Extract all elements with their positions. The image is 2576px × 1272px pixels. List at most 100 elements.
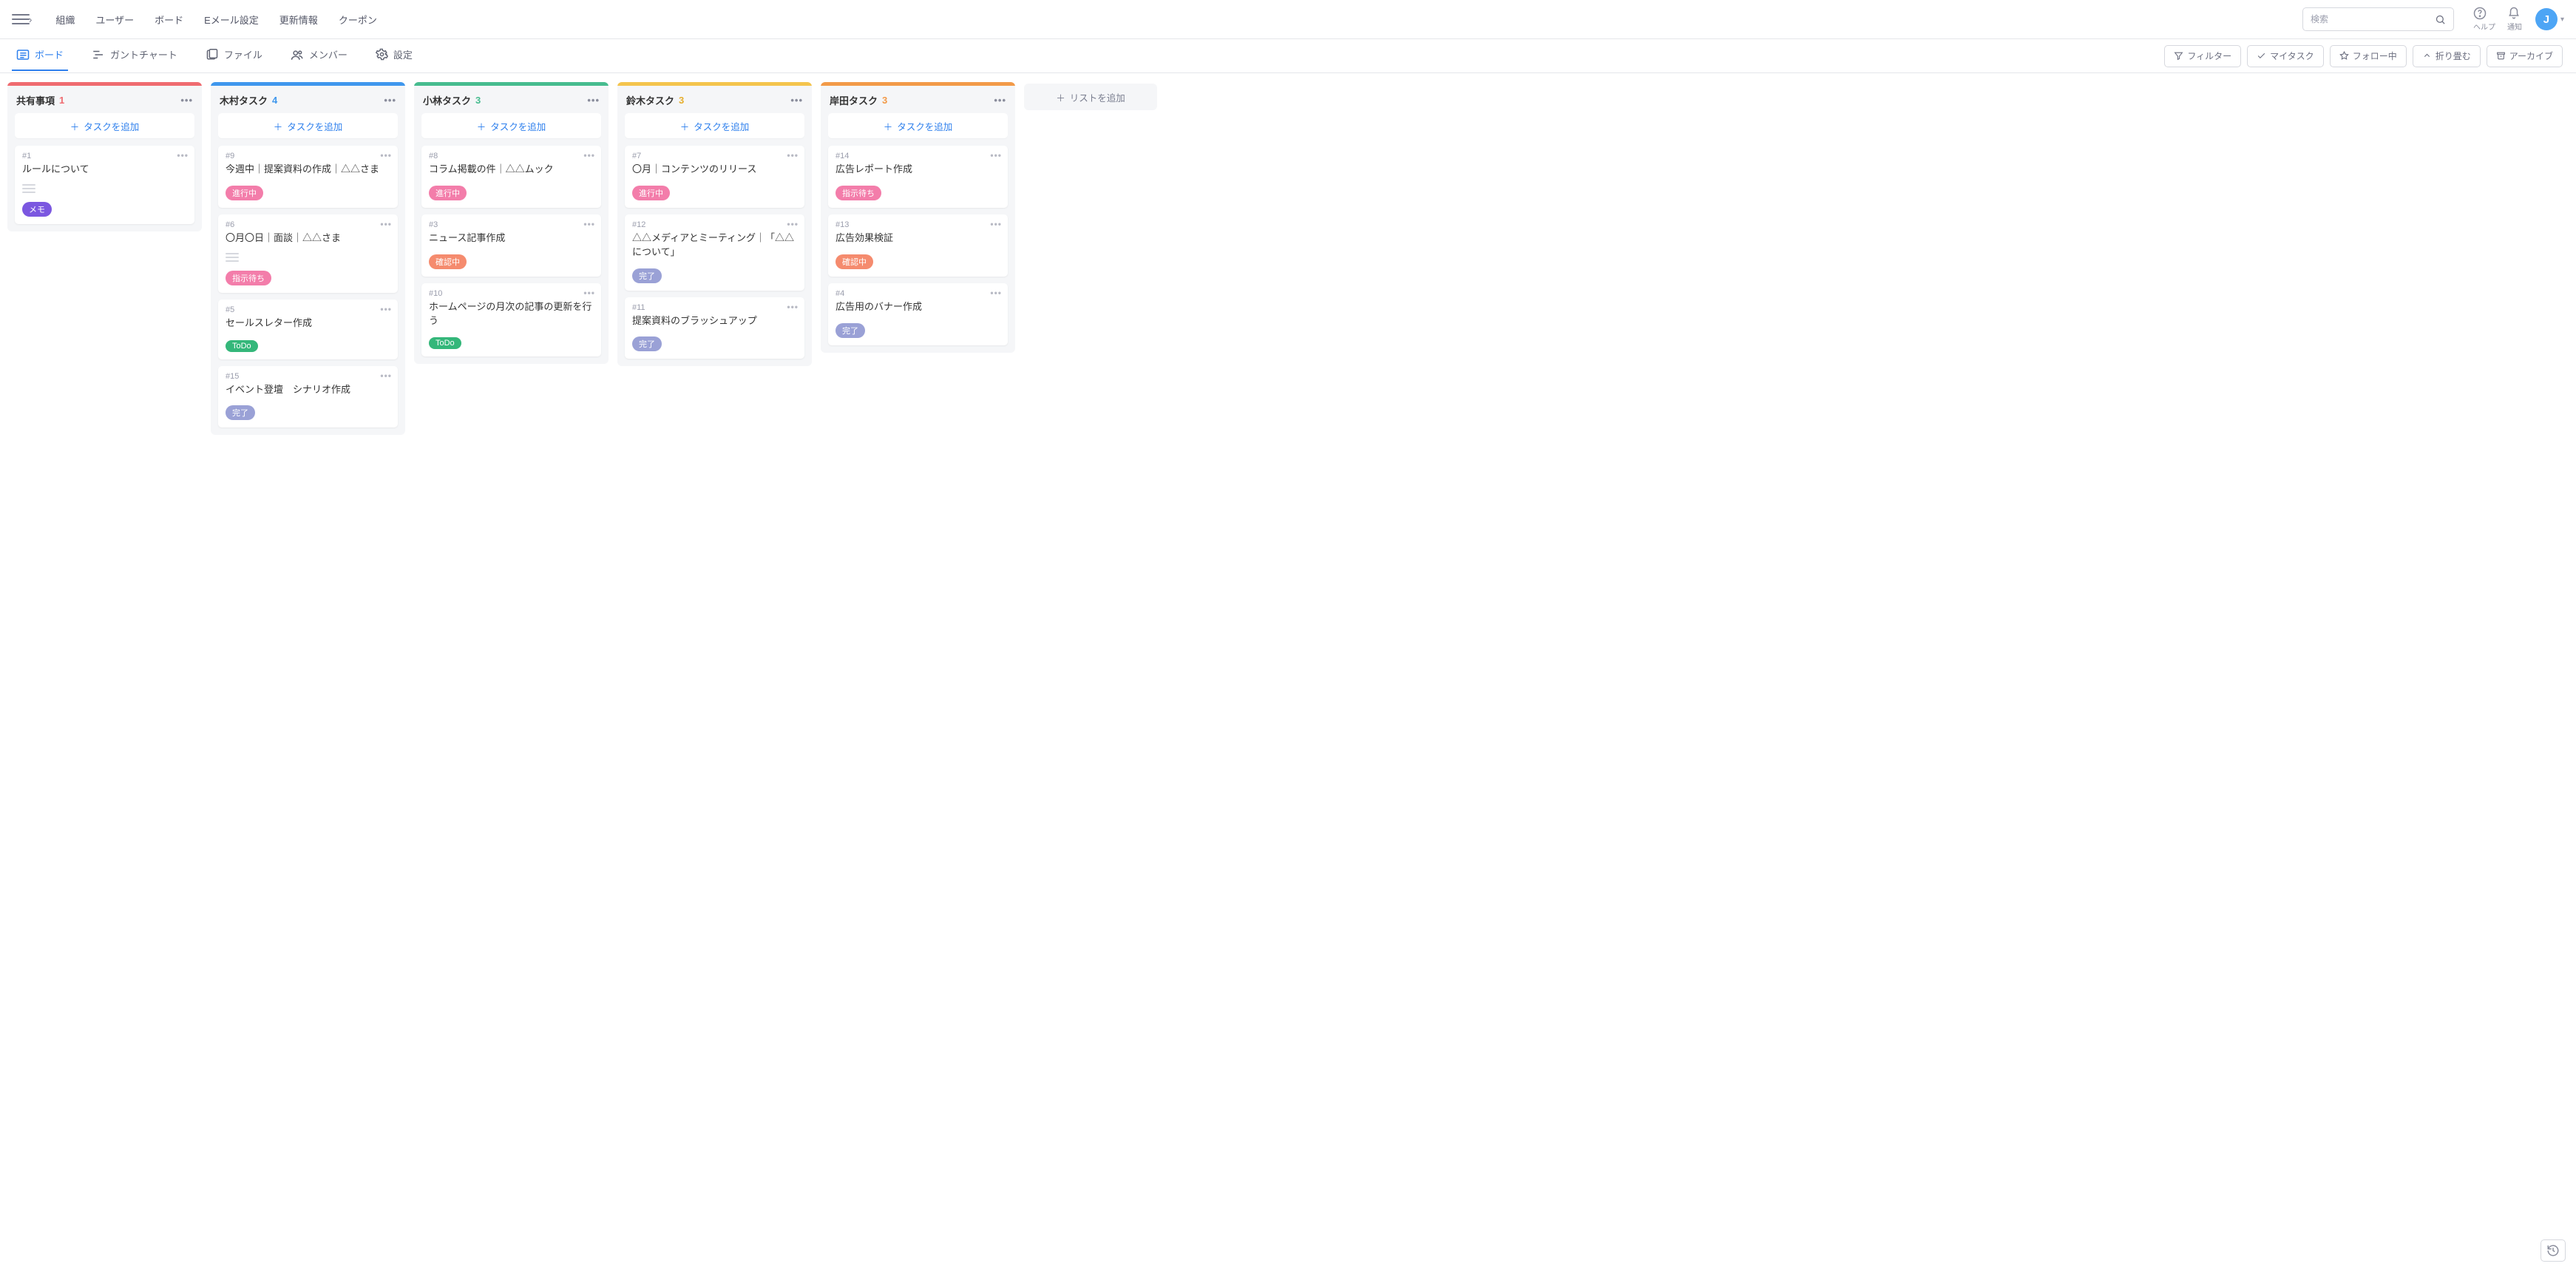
task-card[interactable]: •••#9今週中｜提案資料の作成｜△△さま進行中 xyxy=(218,146,398,208)
add-task-button[interactable]: ＋タスクを追加 xyxy=(421,113,601,138)
history-button[interactable] xyxy=(2541,1239,2566,1262)
search-icon[interactable] xyxy=(2435,14,2446,25)
task-card[interactable]: •••#5セールスレター作成ToDo xyxy=(218,300,398,359)
card-tags: 完了 xyxy=(226,405,390,420)
add-task-label: タスクを追加 xyxy=(490,119,546,133)
card-more-button[interactable]: ••• xyxy=(380,219,392,229)
add-task-button[interactable]: ＋タスクを追加 xyxy=(828,113,1008,138)
list-more-button[interactable]: ••• xyxy=(994,95,1006,106)
members-icon xyxy=(291,49,304,61)
card-more-button[interactable]: ••• xyxy=(583,150,595,160)
task-card[interactable]: •••#3ニュース記事作成確認中 xyxy=(421,214,601,277)
collapse-label: 折り畳む xyxy=(2436,50,2471,62)
card-tags: 完了 xyxy=(632,268,797,283)
card-title: 〇月｜コンテンツのリリース xyxy=(632,163,797,177)
card-more-button[interactable]: ••• xyxy=(583,219,595,229)
card-more-button[interactable]: ••• xyxy=(990,150,1002,160)
task-card[interactable]: •••#15イベント登壇 シナリオ作成完了 xyxy=(218,366,398,428)
card-title: 広告効果検証 xyxy=(835,231,1000,246)
card-more-button[interactable]: ••• xyxy=(177,150,189,160)
card-more-button[interactable]: ••• xyxy=(990,288,1002,298)
card-number: #14 xyxy=(835,152,1000,160)
list-header: 小林タスク3••• xyxy=(414,86,609,113)
status-tag: 完了 xyxy=(632,336,662,351)
status-tag: 確認中 xyxy=(835,254,873,269)
card-more-button[interactable]: ••• xyxy=(380,150,392,160)
list-more-button[interactable]: ••• xyxy=(384,95,396,106)
card-title: セールスレター作成 xyxy=(226,317,390,331)
tab-members[interactable]: メンバー xyxy=(288,41,350,70)
notifications-button[interactable]: 通知 xyxy=(2507,7,2522,32)
add-list-button[interactable]: ＋リストを追加 xyxy=(1024,84,1157,110)
status-tag: 完了 xyxy=(835,323,865,338)
task-card[interactable]: •••#6〇月〇日｜面談｜△△さま指示待ち xyxy=(218,214,398,293)
card-tags: 確認中 xyxy=(429,254,594,269)
card-title: △△メディアとミーティング｜「△△について」 xyxy=(632,231,797,260)
status-tag: 完了 xyxy=(226,405,255,420)
tab-settings[interactable]: 設定 xyxy=(373,41,416,70)
nav-org[interactable]: 組織 xyxy=(45,8,85,31)
tab-gantt-label: ガントチャート xyxy=(110,47,177,61)
list-count: 4 xyxy=(272,95,277,106)
card-more-button[interactable]: ••• xyxy=(380,371,392,381)
card-more-button[interactable]: ••• xyxy=(787,302,799,312)
card-more-button[interactable]: ••• xyxy=(583,288,595,298)
tab-board-label: ボード xyxy=(35,47,64,61)
tab-board[interactable]: ボード xyxy=(13,41,67,70)
follow-button[interactable]: フォロー中 xyxy=(2330,45,2407,67)
nav-coupon[interactable]: クーポン xyxy=(328,8,387,31)
card-tags: 完了 xyxy=(835,323,1000,338)
avatar-caret-icon[interactable]: ▾ xyxy=(2560,16,2564,24)
add-task-button[interactable]: ＋タスクを追加 xyxy=(218,113,398,138)
hamburger-icon xyxy=(12,11,30,27)
add-task-button[interactable]: ＋タスクを追加 xyxy=(15,113,194,138)
archive-button[interactable]: アーカイブ xyxy=(2487,45,2563,67)
nav-email[interactable]: Eメール設定 xyxy=(194,8,269,31)
board-area: 共有事項1•••＋タスクを追加•••#1ルールについてメモ木村タスク4•••＋タ… xyxy=(0,73,2576,1272)
task-card[interactable]: •••#11提案資料のブラッシュアップ完了 xyxy=(625,297,804,359)
list-more-button[interactable]: ••• xyxy=(587,95,600,106)
search-input[interactable] xyxy=(2311,14,2435,24)
add-task-label: タスクを追加 xyxy=(694,119,749,133)
card-title: ニュース記事作成 xyxy=(429,231,594,246)
star-icon xyxy=(2339,51,2349,61)
collapse-button[interactable]: 折り畳む xyxy=(2413,45,2481,67)
plus-icon: ＋ xyxy=(1056,90,1065,104)
view-bar: ボード ガントチャート ファイル メンバー 設定 フィルター マイタスク フォロ… xyxy=(0,39,2576,73)
filter-icon xyxy=(2174,51,2183,61)
nav-users[interactable]: ユーザー xyxy=(85,8,144,31)
search-box[interactable] xyxy=(2302,7,2454,31)
help-button[interactable]: ヘルプ xyxy=(2473,7,2495,32)
task-card[interactable]: •••#4広告用のバナー作成完了 xyxy=(828,283,1008,345)
add-task-button[interactable]: ＋タスクを追加 xyxy=(625,113,804,138)
task-card[interactable]: •••#1ルールについてメモ xyxy=(15,146,194,224)
task-card[interactable]: •••#12△△メディアとミーティング｜「△△について」完了 xyxy=(625,214,804,291)
status-tag: メモ xyxy=(22,202,52,217)
filter-button[interactable]: フィルター xyxy=(2164,45,2241,67)
list-count: 3 xyxy=(882,95,887,106)
list-more-button[interactable]: ••• xyxy=(790,95,803,106)
board-icon xyxy=(16,49,30,61)
card-more-button[interactable]: ••• xyxy=(787,150,799,160)
card-tags: 進行中 xyxy=(226,186,390,200)
task-card[interactable]: •••#10ホームページの月次の記事の更新を行うToDo xyxy=(421,283,601,357)
mytask-button[interactable]: マイタスク xyxy=(2247,45,2324,67)
list-more-button[interactable]: ••• xyxy=(180,95,193,106)
card-more-button[interactable]: ••• xyxy=(990,219,1002,229)
list-title: 木村タスク xyxy=(220,93,268,107)
task-card[interactable]: •••#8コラム掲載の件｜△△ムック進行中 xyxy=(421,146,601,208)
task-card[interactable]: •••#14広告レポート作成指示待ち xyxy=(828,146,1008,208)
card-number: #11 xyxy=(632,303,797,312)
task-card[interactable]: •••#13 広告効果検証確認中 xyxy=(828,214,1008,277)
list-title: 小林タスク xyxy=(423,93,471,107)
card-number: #13 xyxy=(835,220,1000,229)
tab-gantt[interactable]: ガントチャート xyxy=(89,41,180,70)
user-avatar[interactable]: J xyxy=(2535,8,2558,30)
nav-updates[interactable]: 更新情報 xyxy=(269,8,328,31)
card-more-button[interactable]: ••• xyxy=(380,304,392,314)
task-card[interactable]: •••#7〇月｜コンテンツのリリース進行中 xyxy=(625,146,804,208)
card-more-button[interactable]: ••• xyxy=(787,219,799,229)
nav-boards[interactable]: ボード xyxy=(144,8,194,31)
menu-toggle[interactable]: › xyxy=(12,11,32,27)
tab-files[interactable]: ファイル xyxy=(203,41,265,70)
